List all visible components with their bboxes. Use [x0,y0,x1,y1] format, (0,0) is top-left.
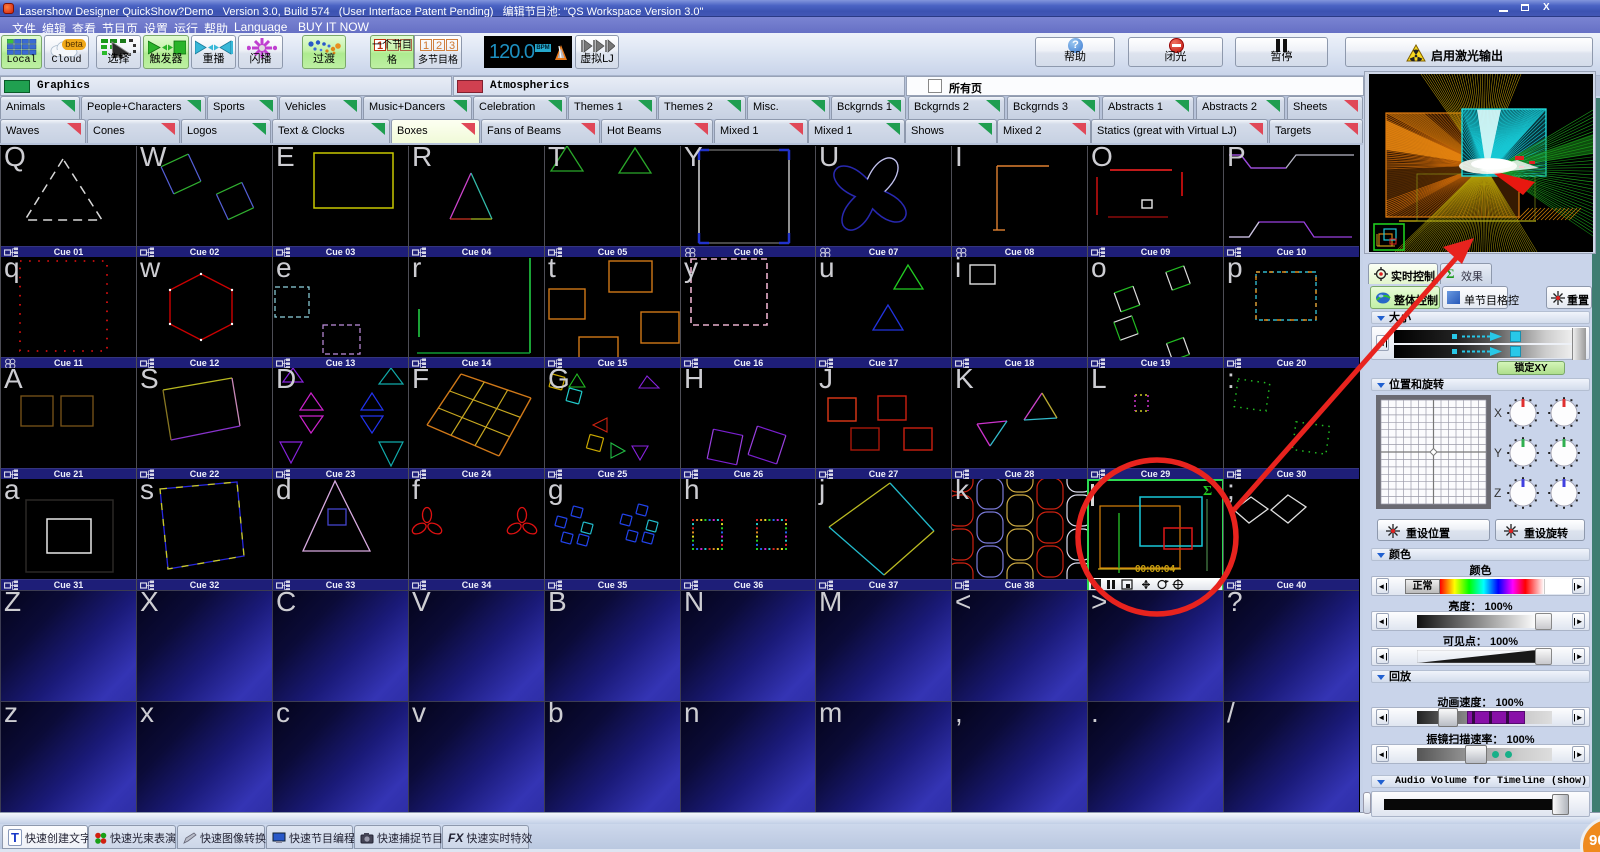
svg-text:Σ: Σ [1203,484,1212,499]
svg-text:00:00:04: 00:00:04 [1135,564,1175,575]
